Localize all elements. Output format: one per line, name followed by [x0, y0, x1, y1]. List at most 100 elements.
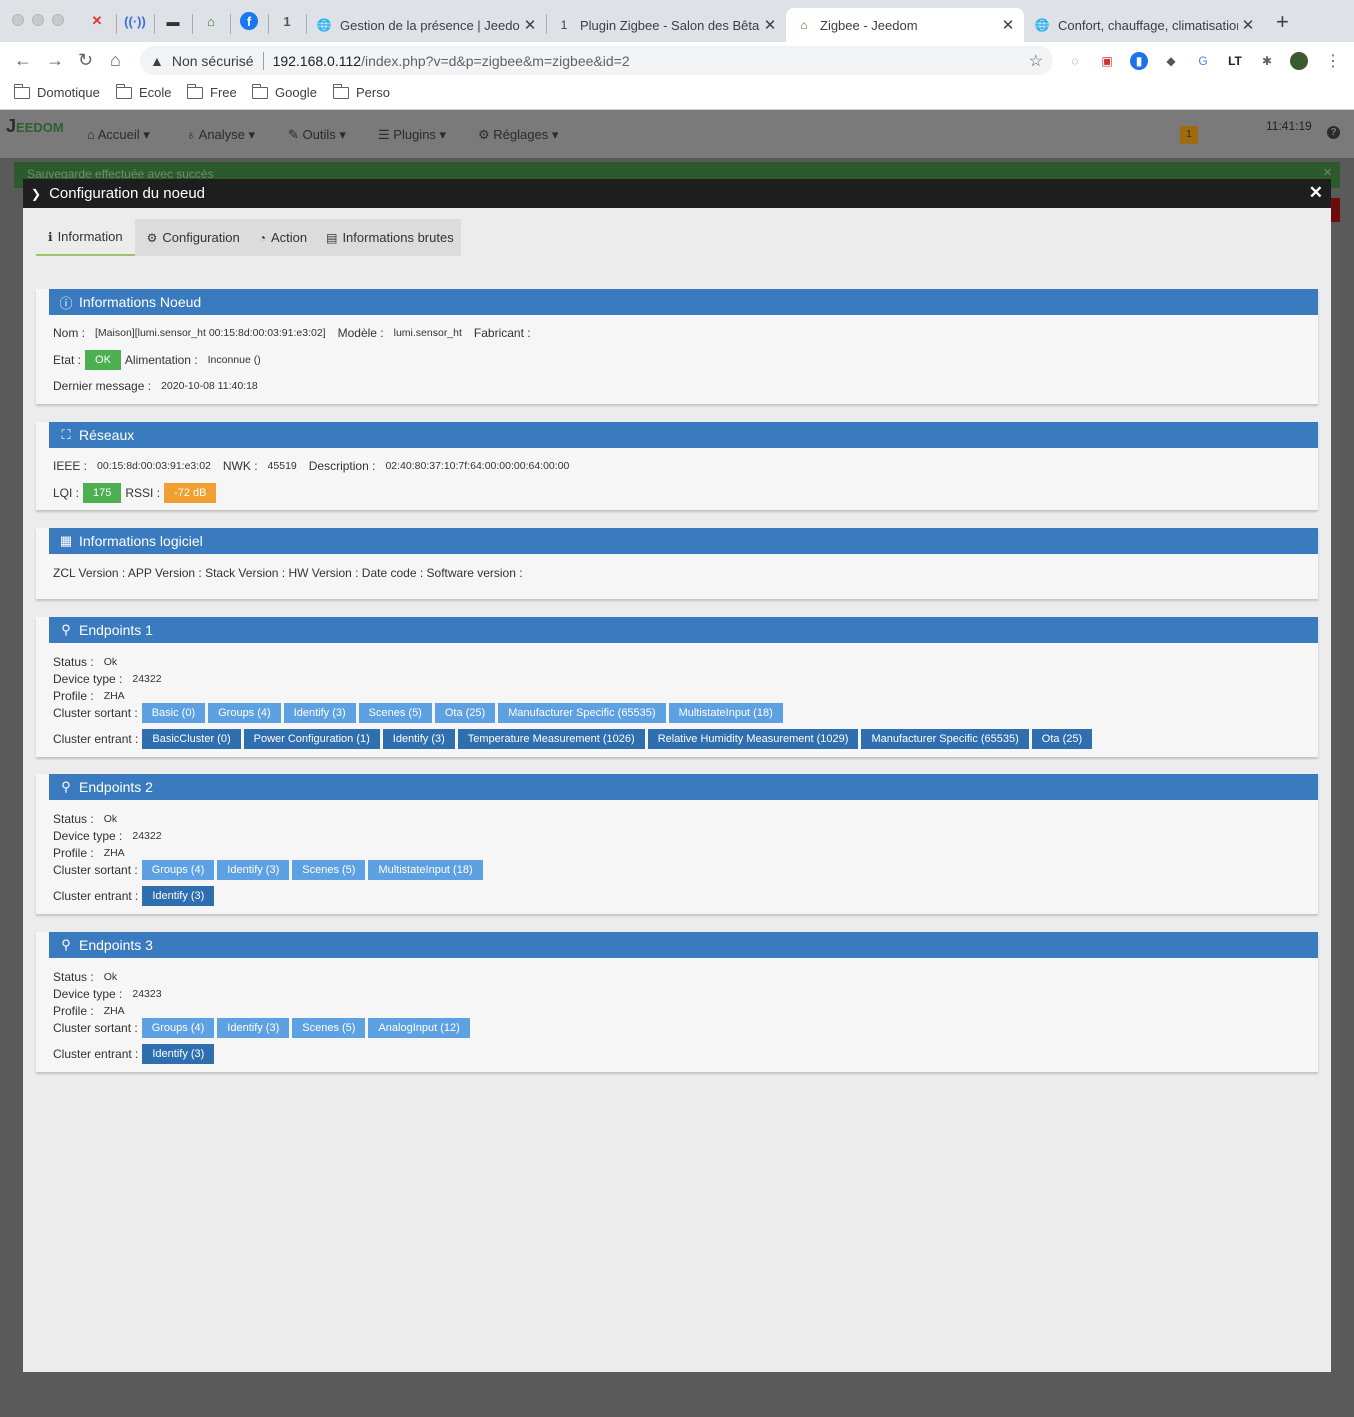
cluster-chip[interactable]: Relative Humidity Measurement (1029)	[647, 729, 859, 749]
modal-close-icon[interactable]: ✕	[1309, 183, 1323, 203]
home-icon: ⌂	[87, 127, 95, 142]
bookmark-perso[interactable]: Perso	[332, 83, 390, 100]
gear-icon: ⚙	[146, 230, 158, 245]
close-tab-icon[interactable]: ✕	[760, 16, 780, 34]
cluster-chip[interactable]: Identify (3)	[142, 886, 215, 906]
close-tab-icon[interactable]: ✕	[520, 16, 540, 34]
address-bar[interactable]: ▲ Non sécurisé 192.168.0.112/index.php?v…	[140, 46, 1053, 75]
endpoint-device-type: 24322	[132, 673, 162, 685]
cluster-out-list: Basic (0) Groups (4) Identify (3) Scenes…	[141, 703, 786, 723]
cluster-chip[interactable]: Temperature Measurement (1026)	[457, 729, 645, 749]
last-message: 2020-10-08 11:40:18	[161, 380, 258, 392]
new-tab-button[interactable]: +	[1276, 11, 1289, 33]
extension-dropbox-icon[interactable]: ◆	[1162, 52, 1180, 70]
tab-zigbee-jeedom[interactable]: ⌂ Zigbee - Jeedom ✕	[786, 8, 1024, 42]
bookmark-domotique[interactable]: Domotique	[13, 83, 100, 100]
menu-plugins[interactable]: ☰ Plugins ▾	[378, 127, 446, 143]
security-status[interactable]: Non sécurisé	[172, 53, 254, 69]
extensions-puzzle-icon[interactable]: ✱	[1258, 52, 1276, 70]
lqi-badge: 175	[83, 483, 122, 503]
map-marker-icon: ⚲	[61, 622, 71, 637]
tab-informations-brutes[interactable]: ▤ Informations brutes	[314, 219, 461, 256]
pinned-tab-wifi-icon[interactable]: ((·))	[124, 12, 146, 30]
bookmark-google[interactable]: Google	[251, 83, 317, 100]
tab-configuration[interactable]: ⚙ Configuration	[134, 219, 247, 256]
clock: 11:41:19	[1266, 119, 1312, 133]
bookmark-free[interactable]: Free	[186, 83, 237, 100]
folder-icon	[115, 83, 132, 99]
folder-icon	[186, 83, 203, 99]
cluster-chip[interactable]: Ota (25)	[434, 703, 496, 723]
menu-analyse[interactable]: ♁ Analyse ▾	[186, 127, 255, 143]
cluster-chip[interactable]: BasicCluster (0)	[142, 729, 241, 749]
pinned-tab-jeedom-icon[interactable]: ⌂	[202, 12, 220, 30]
cluster-chip[interactable]: Manufacturer Specific (65535)	[498, 703, 666, 723]
menu-accueil[interactable]: ⌂ Accueil ▾	[87, 127, 150, 143]
power-source: Inconnue ()	[207, 354, 261, 366]
cluster-chip[interactable]: Scenes (5)	[358, 703, 432, 723]
pinned-tab-device-icon[interactable]: ▬	[164, 12, 182, 30]
window-minimize-button[interactable]	[32, 14, 44, 26]
menu-outils[interactable]: ✎ Outils ▾	[288, 127, 346, 143]
help-icon[interactable]: ?	[1327, 126, 1340, 139]
folder-icon	[251, 83, 268, 99]
reload-icon[interactable]: ↻	[78, 50, 93, 70]
browser-toolbar: ← → ↻ ⌂ ▲ Non sécurisé 192.168.0.112/ind…	[0, 42, 1354, 78]
tab-confort-chauffage[interactable]: 🌐 Confort, chauffage, climatisation ✕	[1024, 8, 1264, 42]
cluster-chip[interactable]: Basic (0)	[141, 703, 206, 723]
cluster-chip[interactable]: Manufacturer Specific (65535)	[861, 729, 1029, 749]
cluster-chip[interactable]: Identify (3)	[382, 729, 455, 749]
cluster-chip[interactable]: Groups (4)	[208, 703, 281, 723]
pinned-tab-one-icon[interactable]: 1	[278, 12, 296, 30]
cluster-in-list: Identify (3)	[142, 1044, 217, 1064]
window-close-button[interactable]	[12, 14, 24, 26]
cluster-chip[interactable]: Identify (3)	[142, 1044, 215, 1064]
tab-action[interactable]: ◔ Action	[246, 219, 315, 256]
cluster-chip[interactable]: Identify (3)	[283, 703, 356, 723]
cluster-chip[interactable]: MultistateInput (18)	[668, 703, 783, 723]
bookmark-star-icon[interactable]: ☆	[1029, 51, 1043, 71]
bookmark-ecole[interactable]: Ecole	[115, 83, 172, 100]
panel-network: ⛶ Réseaux IEEE : 00:15:8d:00:03:91:e3:02 …	[36, 422, 1318, 510]
close-tab-icon[interactable]: ✕	[1238, 16, 1258, 34]
pinned-tab-x-icon[interactable]: ✕	[88, 12, 106, 30]
cluster-chip[interactable]: Power Configuration (1)	[243, 729, 380, 749]
home-icon[interactable]: ⌂	[110, 50, 121, 70]
cluster-in-list: Identify (3)	[142, 886, 217, 906]
notification-badge[interactable]: 1	[1180, 126, 1198, 144]
back-icon[interactable]: ←	[14, 50, 32, 70]
close-tab-icon[interactable]: ✕	[998, 16, 1018, 34]
cluster-chip[interactable]: AnalogInput (12)	[368, 1018, 470, 1038]
browser-menu-icon[interactable]: ⋮	[1324, 52, 1342, 70]
forward-icon[interactable]: →	[46, 50, 64, 70]
software-row: ZCL Version : APP Version : Stack Versio…	[53, 566, 523, 580]
tab-information[interactable]: ℹ Information	[36, 219, 135, 256]
window-zoom-button[interactable]	[52, 14, 64, 26]
pinned-tab-facebook-icon[interactable]: f	[240, 12, 258, 30]
cluster-chip[interactable]: Groups (4)	[141, 860, 215, 880]
extension-lt-icon[interactable]: LT	[1226, 52, 1244, 70]
extension-cast-icon[interactable]: ▣	[1098, 52, 1116, 70]
folder-icon	[13, 83, 30, 99]
cluster-chip[interactable]: Ota (25)	[1031, 729, 1093, 749]
tab-plugin-zigbee[interactable]: 1 Plugin Zigbee - Salon des Bêtas ✕	[546, 8, 786, 42]
tab-gestion-presence[interactable]: 🌐 Gestion de la présence | Jeedom ✕	[306, 8, 546, 42]
globe-icon: 🌐	[1034, 18, 1050, 32]
cluster-chip[interactable]: Scenes (5)	[292, 1018, 366, 1038]
cluster-chip[interactable]: Scenes (5)	[292, 860, 366, 880]
jeedom-icon: ⌂	[800, 18, 808, 32]
cluster-chip[interactable]: Groups (4)	[141, 1018, 215, 1038]
jeedom-logo[interactable]: JEEDOM	[6, 116, 64, 137]
extension-translate-icon[interactable]: G	[1194, 52, 1212, 70]
extension-ring-icon[interactable]: ◌	[1066, 52, 1084, 70]
url-host: 192.168.0.112	[272, 52, 362, 69]
cluster-chip[interactable]: Identify (3)	[217, 1018, 290, 1038]
cluster-chip[interactable]: Identify (3)	[217, 860, 290, 880]
extension-bookmark-icon[interactable]: ▮	[1130, 52, 1148, 70]
profile-avatar[interactable]	[1290, 52, 1308, 70]
menu-reglages[interactable]: ⚙ Réglages ▾	[478, 127, 558, 143]
cluster-chip[interactable]: MultistateInput (18)	[368, 860, 483, 880]
info-circle-icon: ⓘ	[59, 295, 73, 311]
alert-close-icon[interactable]: ✕	[1323, 166, 1332, 179]
network-signal-row: LQI : 175 RSSI : -72 dB	[53, 483, 217, 503]
